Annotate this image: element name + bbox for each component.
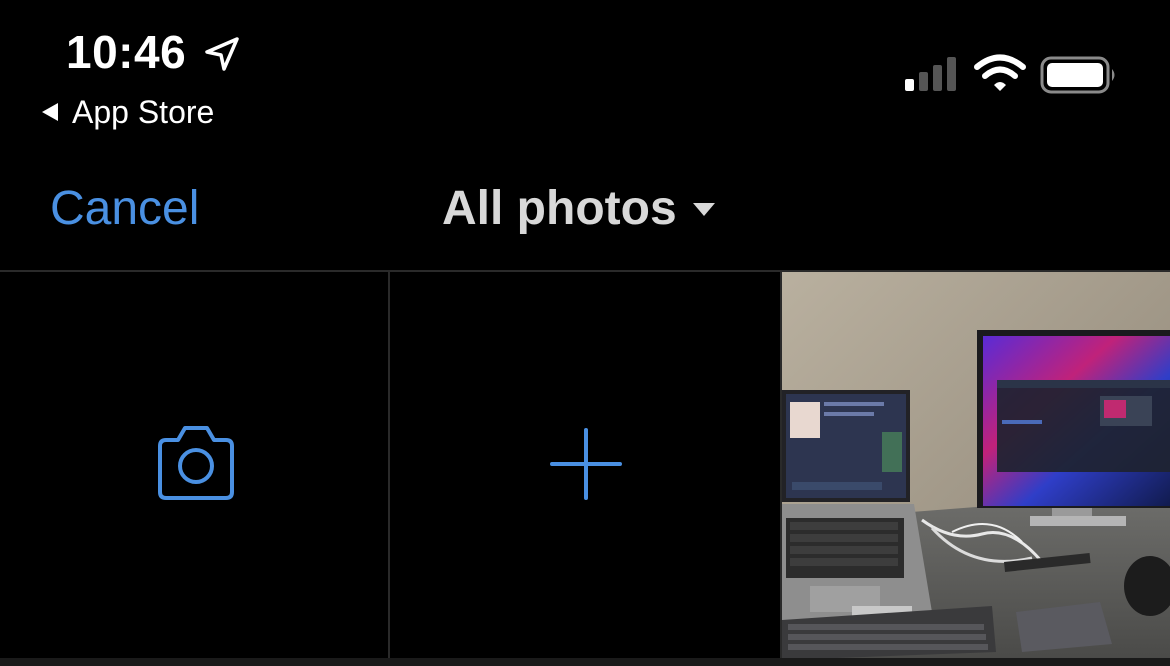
back-app-label: App Store [72,94,215,130]
album-picker-button[interactable]: All photos [442,180,717,238]
location-arrow-icon [205,37,239,71]
status-bar: 10:46 App Store [0,0,1170,140]
cellular-signal-icon [905,57,956,91]
photo-thumbnail[interactable] [782,272,1170,660]
camera-icon [158,426,234,500]
plus-icon [550,428,622,500]
cancel-button[interactable]: Cancel [50,180,199,238]
grid-divider [0,658,1170,666]
chevron-down-icon [692,203,715,216]
status-time: 10:46 [66,26,187,78]
back-triangle-icon [42,103,58,121]
photo-grid [0,270,1170,666]
photo-picker-screen: 10:46 App Store Cancel All photos [0,0,1170,666]
album-title: All photos [442,182,677,235]
picker-nav-bar: Cancel All photos [0,160,1170,260]
back-to-app-button[interactable]: App Store [38,92,214,132]
battery-icon [1040,56,1115,94]
desk-setup-photo [782,272,1170,660]
wifi-icon [974,54,1026,91]
